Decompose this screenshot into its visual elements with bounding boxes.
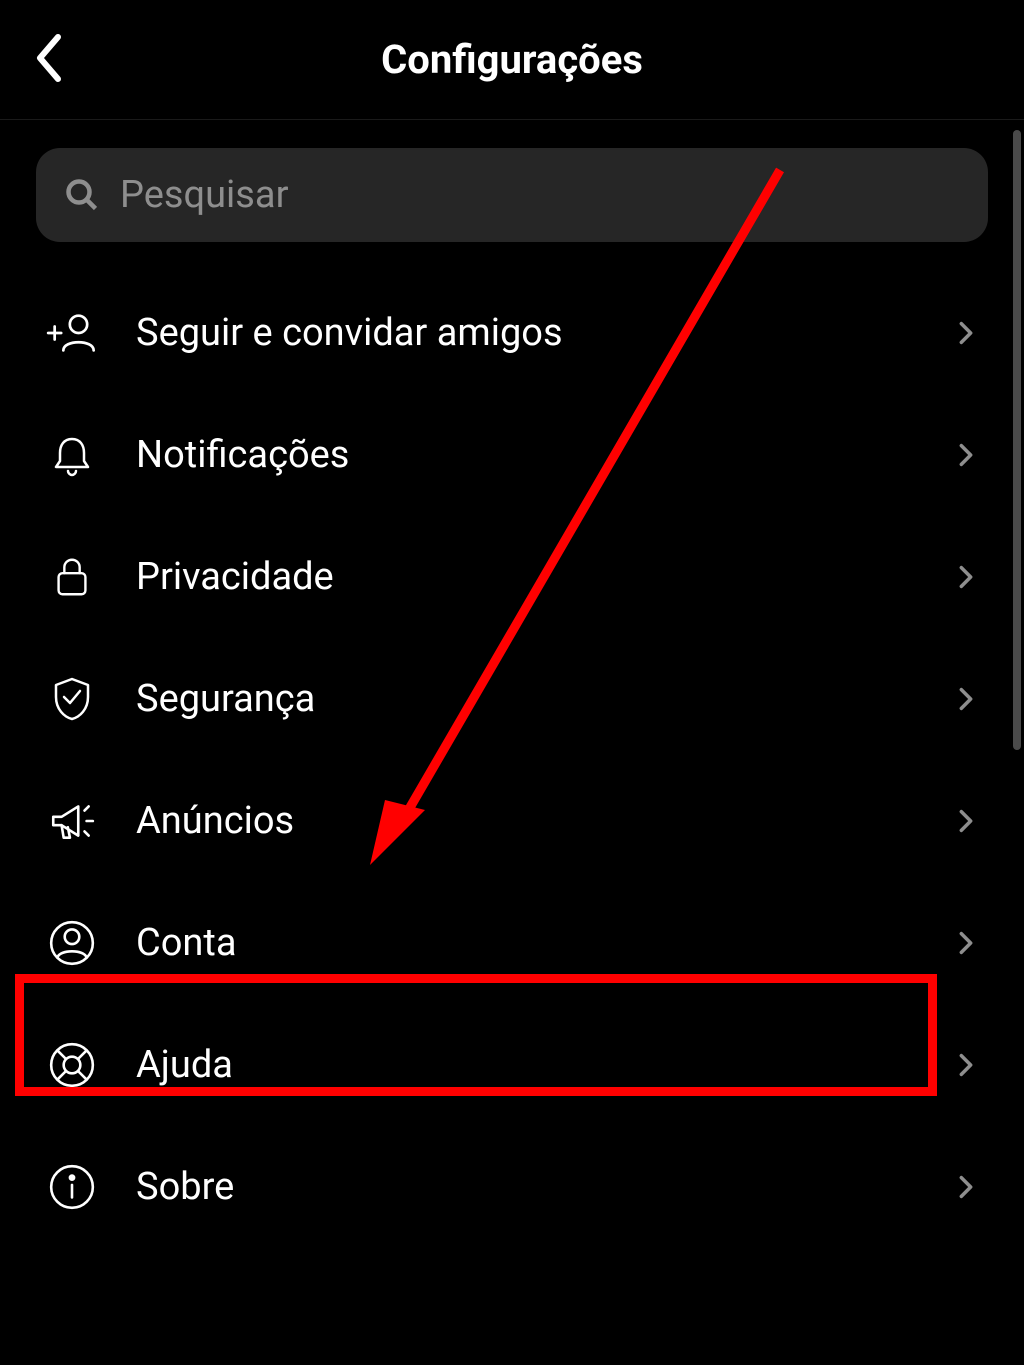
help-ring-icon xyxy=(44,1037,100,1093)
menu-item-privacy[interactable]: Privacidade xyxy=(36,516,988,638)
menu-item-about[interactable]: Sobre xyxy=(36,1126,988,1248)
menu-item-security[interactable]: Segurança xyxy=(36,638,988,760)
content-area: Pesquisar Seguir e convidar amigos Notif… xyxy=(0,120,1024,1248)
shield-check-icon xyxy=(44,671,100,727)
menu-label: Sobre xyxy=(136,1165,952,1209)
search-icon xyxy=(64,177,100,213)
add-person-icon xyxy=(44,305,100,361)
back-button[interactable] xyxy=(30,31,68,89)
account-icon xyxy=(44,915,100,971)
menu-item-follow-invite[interactable]: Seguir e convidar amigos xyxy=(36,272,988,394)
menu-label: Seguir e convidar amigos xyxy=(136,311,952,355)
chevron-right-icon xyxy=(952,685,980,713)
info-icon xyxy=(44,1159,100,1215)
search-input[interactable]: Pesquisar xyxy=(36,148,988,242)
menu-label: Notificações xyxy=(136,433,952,477)
bell-icon xyxy=(44,427,100,483)
chevron-right-icon xyxy=(952,929,980,957)
menu-label: Anúncios xyxy=(136,799,952,843)
menu-item-notifications[interactable]: Notificações xyxy=(36,394,988,516)
chevron-right-icon xyxy=(952,563,980,591)
menu-label: Conta xyxy=(136,921,952,965)
chevron-right-icon xyxy=(952,441,980,469)
chevron-right-icon xyxy=(952,807,980,835)
menu-item-account[interactable]: Conta xyxy=(36,882,988,1004)
search-placeholder: Pesquisar xyxy=(120,173,288,217)
megaphone-icon xyxy=(44,793,100,849)
page-title: Configurações xyxy=(381,36,643,83)
menu-item-help[interactable]: Ajuda xyxy=(36,1004,988,1126)
scrollbar[interactable] xyxy=(1013,130,1021,750)
chevron-right-icon xyxy=(952,319,980,347)
menu-item-ads[interactable]: Anúncios xyxy=(36,760,988,882)
menu-label: Privacidade xyxy=(136,555,952,599)
chevron-right-icon xyxy=(952,1173,980,1201)
menu-label: Segurança xyxy=(136,677,952,721)
lock-icon xyxy=(44,549,100,605)
chevron-right-icon xyxy=(952,1051,980,1079)
header: Configurações xyxy=(0,0,1024,120)
menu-label: Ajuda xyxy=(136,1043,952,1087)
chevron-left-icon xyxy=(30,31,68,85)
